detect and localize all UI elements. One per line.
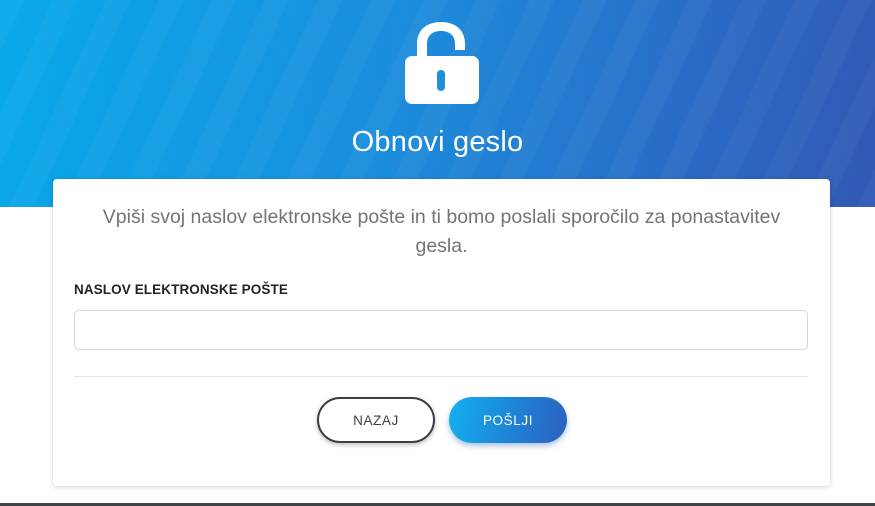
header-banner: Obnovi geslo [0, 0, 875, 207]
divider [74, 376, 808, 377]
page-title: Obnovi geslo [351, 126, 524, 158]
back-button[interactable]: NAZAJ [317, 397, 435, 443]
unlock-icon [403, 20, 479, 104]
email-label: NASLOV ELEKTRONSKE POŠTE [74, 282, 288, 297]
send-button[interactable]: POŠLJI [449, 397, 567, 443]
email-field[interactable] [74, 310, 808, 350]
instructions-text: Vpiši svoj naslov elektronske pošte in t… [102, 206, 781, 257]
reset-password-card: Vpiši svoj naslov elektronske pošte in t… [53, 179, 830, 486]
